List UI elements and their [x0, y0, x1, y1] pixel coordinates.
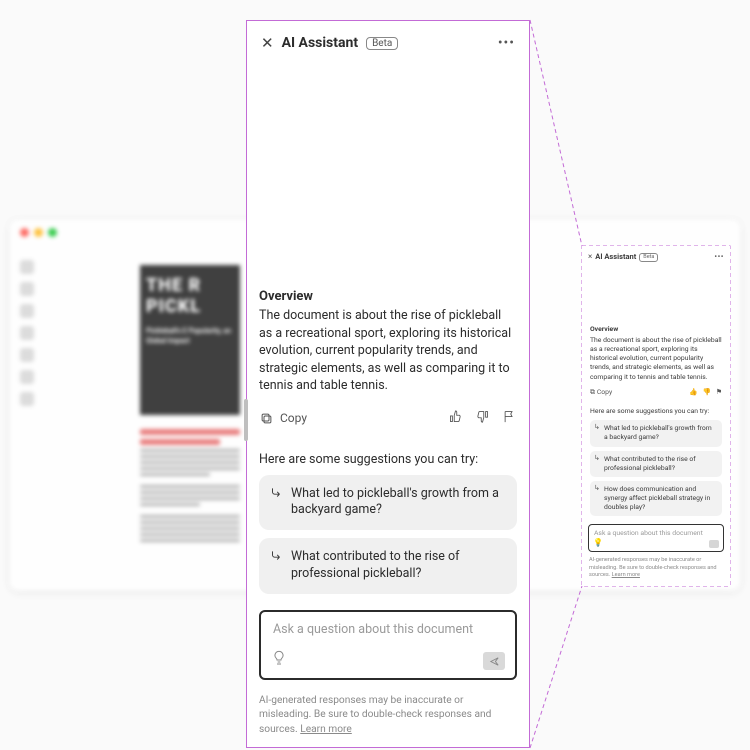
overview-body: The document is about the rise of pickle… — [259, 307, 517, 395]
suggestion-text: What contributed to the rise of professi… — [291, 549, 460, 581]
background-document-preview: THE R PICKL Pickleball's E Popularity, a… — [140, 265, 240, 565]
suggestions-heading: Here are some suggestions you can try: — [590, 407, 722, 416]
overview-body: The document is about the rise of pickle… — [590, 336, 722, 382]
thumbs-down-icon: 👎 — [702, 388, 710, 397]
background-sidebar — [20, 260, 38, 406]
copy-label: Copy — [280, 411, 307, 425]
overview-heading: Overview — [259, 289, 517, 304]
ai-assistant-panel-thumbnail: × AI Assistant Beta ••• Overview The doc… — [582, 246, 730, 586]
bg-hero-line: THE R — [146, 275, 234, 296]
hint-icon: 💡 — [593, 538, 603, 549]
beta-badge: Beta — [366, 37, 398, 50]
flag-button[interactable] — [502, 409, 517, 428]
send-icon — [489, 656, 500, 667]
suggestion-item[interactable]: What contributed to the rise of professi… — [259, 538, 517, 594]
thumbs-up-button[interactable] — [448, 409, 463, 428]
flag-icon: ⚑ — [716, 388, 722, 397]
disclaimer: AI-generated responses may be inaccurate… — [247, 688, 529, 747]
overview-heading: Overview — [590, 325, 722, 334]
disclaimer-text: AI-generated responses may be inaccurate… — [259, 695, 491, 735]
thumbs-up-icon: 👍 — [689, 388, 697, 397]
hint-button[interactable] — [271, 650, 287, 670]
panel-header: ✕ AI Assistant Beta ••• — [247, 21, 529, 59]
close-button[interactable]: ✕ — [261, 36, 274, 51]
panel-title: AI Assistant — [282, 35, 358, 51]
response-actions: Copy — [259, 409, 517, 428]
question-input[interactable]: Ask a question about this document — [259, 610, 517, 680]
disclaimer: AI-generated responses may be inaccurate… — [582, 552, 730, 580]
bg-hero-line: PICKL — [146, 296, 234, 317]
panel-body: Overview The document is about the rise … — [247, 59, 529, 594]
more-options-button[interactable]: ••• — [498, 40, 515, 47]
suggestion-item: What led to pickleball's growth from a b… — [590, 420, 722, 446]
beta-badge: Beta — [639, 253, 658, 262]
suggestion-item[interactable]: What led to pickleball's growth from a b… — [259, 475, 517, 531]
question-input: Ask a question about this document 💡 — [588, 524, 724, 552]
suggestion-arrow-icon — [269, 486, 283, 500]
suggestion-arrow-icon — [269, 549, 283, 563]
thumbs-up-icon — [448, 409, 463, 424]
panel-title: AI Assistant — [595, 252, 636, 262]
more-icon: ••• — [714, 252, 724, 263]
copy-icon — [259, 411, 274, 426]
suggestions-heading: Here are some suggestions you can try: — [259, 452, 517, 467]
input-placeholder: Ask a question about this document — [273, 622, 473, 637]
scrollbar-thumb[interactable] — [244, 399, 248, 441]
thumbs-down-button[interactable] — [475, 409, 490, 428]
lightbulb-icon — [271, 650, 287, 666]
copy-button: ⧉ Copy — [590, 388, 612, 397]
suggestion-item: What contributed to the rise of professi… — [590, 451, 722, 477]
window-traffic-lights — [20, 228, 57, 237]
copy-button[interactable]: Copy — [259, 411, 307, 426]
suggestion-item: How does communication and synergy affec… — [590, 481, 722, 517]
send-icon — [709, 540, 719, 548]
thumbs-down-icon — [475, 409, 490, 424]
ai-assistant-panel: ✕ AI Assistant Beta ••• Overview The doc… — [246, 20, 530, 748]
suggestion-text: What led to pickleball's growth from a b… — [291, 486, 499, 518]
close-icon: × — [588, 252, 592, 263]
bg-hero-sub: Pickleball's E Popularity, an Global Imp… — [146, 327, 234, 347]
learn-more-link[interactable]: Learn more — [300, 724, 352, 735]
send-button[interactable] — [483, 652, 505, 670]
flag-icon — [502, 409, 517, 424]
